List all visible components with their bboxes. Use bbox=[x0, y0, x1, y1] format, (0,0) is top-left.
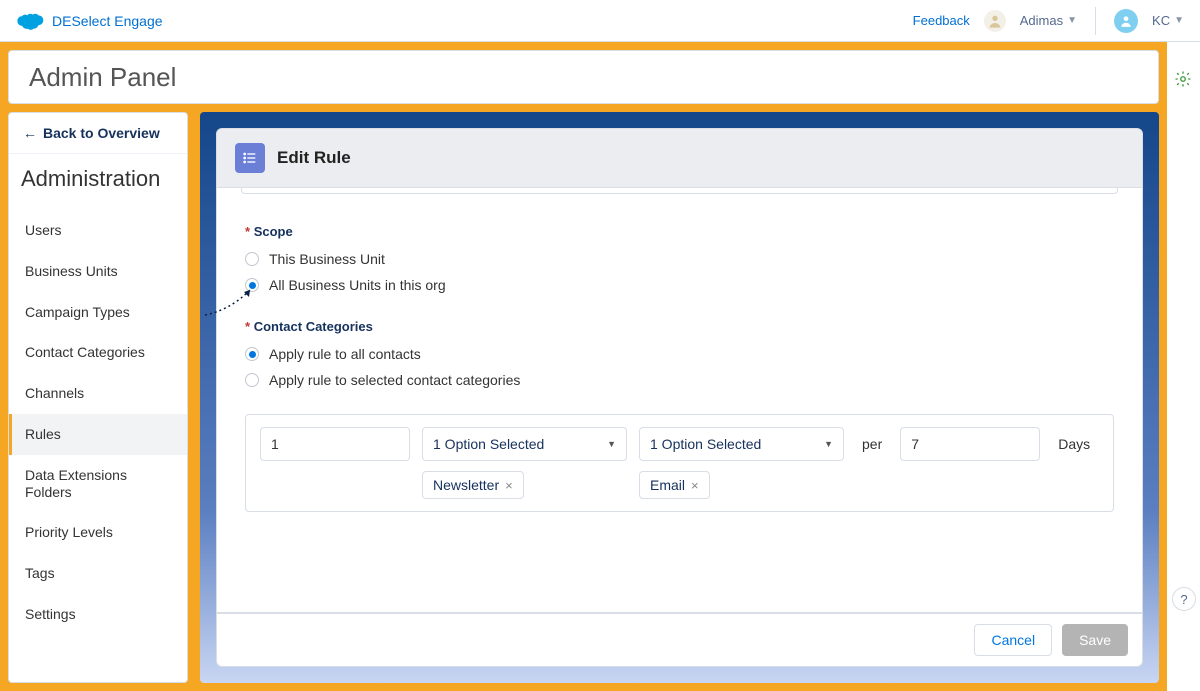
cc-option-all[interactable]: Apply rule to all contacts bbox=[245, 346, 1114, 362]
rule-period-input[interactable] bbox=[900, 427, 1040, 461]
per-label: per bbox=[856, 436, 888, 452]
app-header: DESelect Engage Feedback Adimas ▼ KC ▼ bbox=[0, 0, 1200, 42]
cc-option-selected[interactable]: Apply rule to selected contact categorie… bbox=[245, 372, 1114, 388]
radio-label: Apply rule to all contacts bbox=[269, 346, 421, 362]
chip-email[interactable]: Email × bbox=[639, 471, 710, 499]
sidebar-item-campaign-types[interactable]: Campaign Types bbox=[9, 292, 187, 333]
radio-icon bbox=[245, 252, 259, 266]
caret-down-icon: ▼ bbox=[1174, 15, 1184, 26]
nav-list: Users Business Units Campaign Types Cont… bbox=[9, 210, 187, 635]
sidebar-item-users[interactable]: Users bbox=[9, 210, 187, 251]
cc-radio-group: Apply rule to all contacts Apply rule to… bbox=[245, 346, 1114, 388]
user-menu[interactable]: Adimas ▼ bbox=[1020, 13, 1077, 28]
chip-newsletter[interactable]: Newsletter × bbox=[422, 471, 524, 499]
caret-down-icon: ▼ bbox=[607, 439, 616, 449]
panel-title-bar: Admin Panel bbox=[8, 50, 1159, 104]
main-panel: Edit Rule * Scope This Business Unit All… bbox=[200, 112, 1159, 683]
caret-down-icon: ▼ bbox=[824, 439, 833, 449]
back-to-overview[interactable]: ← Back to Overview bbox=[9, 113, 187, 154]
radio-label: All Business Units in this org bbox=[269, 277, 446, 293]
sidebar-item-tags[interactable]: Tags bbox=[9, 553, 187, 594]
radio-checked-icon bbox=[245, 278, 259, 292]
previous-field-stub bbox=[241, 188, 1118, 194]
dropdown-value: 1 Option Selected bbox=[650, 436, 761, 452]
scope-option-all-bu[interactable]: All Business Units in this org bbox=[245, 277, 1114, 293]
salesforce-cloud-icon bbox=[16, 11, 44, 31]
kc-menu[interactable]: KC ▼ bbox=[1152, 13, 1184, 28]
card-body: * Scope This Business Unit All Business … bbox=[216, 188, 1143, 613]
contact-categories-label: * Contact Categories bbox=[245, 319, 1114, 334]
sidebar-item-rules[interactable]: Rules bbox=[9, 414, 187, 455]
sidebar-item-priority-levels[interactable]: Priority Levels bbox=[9, 512, 187, 553]
sidebar-item-data-extensions-folders[interactable]: Data Extensions Folders bbox=[9, 455, 187, 513]
days-label: Days bbox=[1052, 436, 1090, 452]
sidebar: ← Back to Overview Administration Users … bbox=[8, 112, 188, 683]
cancel-button[interactable]: Cancel bbox=[974, 624, 1052, 656]
gear-icon[interactable] bbox=[1174, 70, 1192, 88]
help-label: ? bbox=[1180, 592, 1187, 607]
scope-label-text: Scope bbox=[254, 224, 293, 239]
rule-count-input[interactable] bbox=[260, 427, 410, 461]
caret-down-icon: ▼ bbox=[1067, 15, 1077, 26]
content-wrap: Admin Panel ← Back to Overview Administr… bbox=[0, 42, 1167, 691]
divider bbox=[1095, 7, 1096, 35]
help-button[interactable]: ? bbox=[1172, 587, 1196, 611]
radio-checked-icon bbox=[245, 347, 259, 361]
radio-label: Apply rule to selected contact categorie… bbox=[269, 372, 520, 388]
chip-remove-icon[interactable]: × bbox=[505, 478, 513, 493]
feedback-link[interactable]: Feedback bbox=[913, 13, 970, 28]
arrow-left-icon: ← bbox=[23, 125, 37, 141]
kc-label: KC bbox=[1152, 13, 1170, 28]
save-button[interactable]: Save bbox=[1062, 624, 1128, 656]
user-avatar-icon[interactable] bbox=[1114, 9, 1138, 33]
sidebar-item-business-units[interactable]: Business Units bbox=[9, 251, 187, 292]
chip-label: Email bbox=[650, 477, 685, 493]
radio-label: This Business Unit bbox=[269, 251, 385, 267]
card-title: Edit Rule bbox=[277, 148, 351, 168]
radio-icon bbox=[245, 373, 259, 387]
sidebar-section-title: Administration bbox=[9, 154, 187, 210]
chip-remove-icon[interactable]: × bbox=[691, 478, 699, 493]
app-name[interactable]: DESelect Engage bbox=[52, 13, 163, 29]
scope-option-this-bu[interactable]: This Business Unit bbox=[245, 251, 1114, 267]
scope-label: * Scope bbox=[245, 224, 1114, 239]
sidebar-item-contact-categories[interactable]: Contact Categories bbox=[9, 332, 187, 373]
dropdown-value: 1 Option Selected bbox=[433, 436, 544, 452]
cc-label-text: Contact Categories bbox=[254, 319, 373, 334]
sidebar-item-channels[interactable]: Channels bbox=[9, 373, 187, 414]
list-icon bbox=[235, 143, 265, 173]
back-label: Back to Overview bbox=[43, 125, 160, 141]
user-name: Adimas bbox=[1020, 13, 1063, 28]
card-header: Edit Rule bbox=[216, 128, 1143, 188]
feedback-avatar-icon bbox=[984, 10, 1006, 32]
rule-definition-box: 1 Option Selected ▼ 1 Option Selected ▼ … bbox=[245, 414, 1114, 512]
card-footer: Cancel Save bbox=[216, 613, 1143, 667]
scope-radio-group: This Business Unit All Business Units in… bbox=[245, 251, 1114, 293]
sidebar-item-settings[interactable]: Settings bbox=[9, 594, 187, 635]
right-rail bbox=[1174, 70, 1192, 88]
campaign-type-dropdown[interactable]: 1 Option Selected ▼ bbox=[422, 427, 627, 461]
channel-dropdown[interactable]: 1 Option Selected ▼ bbox=[639, 427, 844, 461]
chip-label: Newsletter bbox=[433, 477, 499, 493]
panel-title: Admin Panel bbox=[29, 62, 176, 93]
